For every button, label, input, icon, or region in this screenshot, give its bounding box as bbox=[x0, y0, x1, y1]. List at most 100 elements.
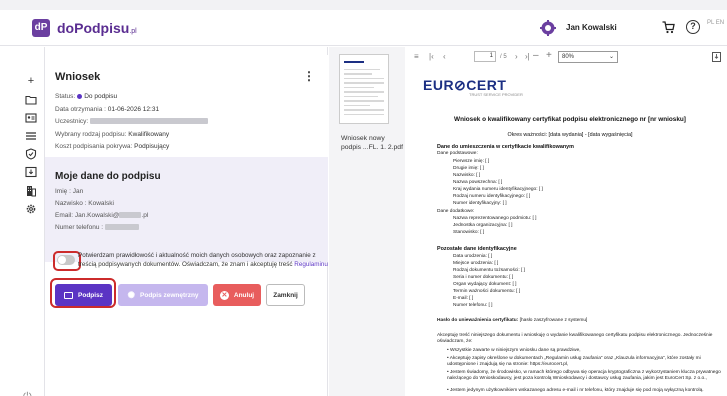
chevron-down-icon: ⌄ bbox=[608, 54, 614, 60]
extra-field: Stanowisko: [ ] bbox=[453, 230, 485, 235]
close-button-label: Zamknij bbox=[273, 291, 298, 299]
id-card-icon[interactable] bbox=[25, 112, 37, 124]
extra-data-label: Dane dodatkowe: bbox=[437, 209, 475, 214]
gear-icon: ✺ bbox=[127, 289, 136, 300]
status-value: Do podpisu bbox=[84, 93, 118, 100]
other-field: Seria i numer dokumentu: [ ] bbox=[453, 275, 514, 280]
basic-field: Nazwisko: [ ] bbox=[453, 173, 481, 178]
language-switch[interactable]: PL EN bbox=[707, 20, 724, 27]
other-field: Numer telefonu: [ ] bbox=[453, 303, 493, 308]
basic-field: Rodzaj numeru identyfikacyjnego: [ ] bbox=[453, 194, 531, 199]
document-viewer: ≡ |‹ ‹ 1 / 5 › ›| – + 80% ⌄ EUR⊘CERT TRUST… bbox=[405, 47, 727, 396]
next-page-icon[interactable]: › bbox=[515, 52, 518, 61]
zoom-select[interactable]: 80% ⌄ bbox=[558, 51, 618, 63]
download-icon[interactable] bbox=[712, 52, 721, 62]
list-icon[interactable] bbox=[25, 130, 37, 142]
logo-name[interactable]: doPodpisu.pl bbox=[57, 20, 137, 36]
consent-text: Potwierdzam prawidłowość i aktualność mo… bbox=[78, 251, 330, 269]
power-icon[interactable]: ⏻ bbox=[23, 391, 32, 396]
my-data-card: Moje dane do podpisu Imię : Jan Nazwisko… bbox=[45, 157, 328, 262]
document-title: Wniosek o kwalifikowany certyfikat podpi… bbox=[454, 116, 686, 123]
revocation-password-label: Hasło do unieważnienia certyfikatu: bbox=[437, 318, 519, 323]
redacted-participants bbox=[90, 118, 209, 125]
sidebar-toggle-icon[interactable]: ≡ bbox=[414, 52, 419, 61]
signature-type-row: Wybrany rodzaj podpisu: Kwalifikowany bbox=[55, 129, 328, 142]
status-row: Status: Do podpisu bbox=[55, 91, 328, 104]
plus-icon[interactable]: + bbox=[25, 75, 37, 87]
prev-page-icon[interactable]: ‹ bbox=[443, 52, 446, 61]
consent-toggle[interactable] bbox=[57, 255, 75, 265]
email-value-start: Jan.Kowalski@ bbox=[74, 212, 120, 219]
page-number-input[interactable]: 1 bbox=[474, 51, 496, 62]
first-name-value: Jan bbox=[72, 188, 84, 195]
signature-type-label: Wybrany rodzaj podpisu: bbox=[55, 130, 127, 138]
shield-icon[interactable] bbox=[25, 148, 37, 160]
user-name[interactable]: Jan Kowalski bbox=[566, 23, 617, 32]
document-thumbnail[interactable] bbox=[339, 54, 389, 124]
external-signature-label: Podpis zewnętrzny bbox=[140, 291, 199, 299]
eurocert-logo: EUR⊘CERT TRUST SERVICE PROVIDER bbox=[423, 77, 523, 97]
cancel-button[interactable]: ✕ Anuluj bbox=[213, 284, 261, 306]
acceptance-bullet: • Jestem świadomy, że środowisko, w rama… bbox=[447, 370, 721, 382]
status-dot-icon bbox=[77, 93, 83, 99]
email-row: Email: Jan.Kowalski@ .pl bbox=[55, 210, 328, 222]
first-name-label: Imię : bbox=[55, 188, 71, 195]
first-page-icon[interactable]: |‹ bbox=[429, 52, 434, 61]
sign-button-label: Podpisz bbox=[78, 291, 103, 299]
document-thumbnail-label[interactable]: Wniosek nowy podpis ...FL. 1. 2.pdf bbox=[341, 134, 403, 152]
cost-label: Koszt podpisania pokrywa: bbox=[55, 143, 133, 150]
folder-icon[interactable] bbox=[25, 94, 37, 106]
basic-field: Kraj wydania numeru identyfikacyjnego: [… bbox=[453, 187, 543, 192]
phone-label: Numer telefonu : bbox=[55, 224, 104, 231]
request-title: Wniosek bbox=[55, 71, 101, 83]
more-options-icon[interactable]: ⋮ bbox=[303, 69, 315, 83]
inbox-icon[interactable] bbox=[25, 166, 37, 178]
first-name-row: Imię : Jan bbox=[55, 186, 328, 198]
external-signature-button[interactable]: ✺ Podpis zewnętrzny bbox=[118, 284, 208, 306]
zoom-in-icon[interactable]: + bbox=[546, 50, 552, 61]
bullet-text: Jestem świadomy, że środowisko, w ramach… bbox=[447, 370, 721, 382]
redacted-email bbox=[119, 212, 142, 219]
section-certificate-data: Dane do umieszczenia w certyfikacie kwal… bbox=[437, 144, 574, 150]
received-row: Data otrzymania : 01-06-2026 12:31 bbox=[55, 104, 328, 117]
status-label: Status: bbox=[55, 93, 76, 100]
close-circle-icon: ✕ bbox=[219, 290, 229, 300]
extra-field: Jednostka organizacyjna: [ ] bbox=[453, 223, 513, 228]
other-field: E-mail: [ ] bbox=[453, 296, 474, 301]
close-button[interactable]: Zamknij bbox=[266, 284, 305, 306]
page-total: / 5 bbox=[500, 54, 507, 60]
last-name-row: Nazwisko : Kowalski bbox=[55, 198, 328, 210]
gear-icon[interactable] bbox=[25, 203, 37, 215]
building-icon[interactable] bbox=[25, 185, 37, 197]
redacted-phone bbox=[104, 224, 139, 231]
logo-suffix: .pl bbox=[129, 28, 137, 35]
document-page: EUR⊘CERT TRUST SERVICE PROVIDER Wniosek o… bbox=[413, 71, 727, 396]
user-gear-icon[interactable] bbox=[540, 20, 556, 36]
logo-mark[interactable]: dP bbox=[32, 19, 50, 37]
basic-field: Pierwsze imię: [ ] bbox=[453, 159, 490, 164]
sidebar: + bbox=[0, 47, 45, 396]
zoom-out-icon[interactable]: – bbox=[533, 50, 539, 61]
bullet-text: Wszystkie zawarte w niniejszym wniosku d… bbox=[450, 348, 581, 353]
basic-field: Nazwa powszechna: [ ] bbox=[453, 180, 503, 185]
last-page-icon[interactable]: ›| bbox=[525, 52, 530, 61]
acceptance-bullet: • Jestem jedynym użytkownikiem wskazaneg… bbox=[447, 388, 704, 393]
app-window: dP doPodpisu.pl Jan Kowalski ? PL EN + ⏻ bbox=[0, 10, 727, 396]
last-name-label: Nazwisko : bbox=[55, 200, 87, 207]
acceptance-bullet: • Akceptuję zapisy określone w dokumenta… bbox=[447, 356, 701, 368]
other-field: Miejsce urodzenia: [ ] bbox=[453, 261, 499, 266]
top-bar: dP doPodpisu.pl Jan Kowalski ? PL EN bbox=[0, 10, 727, 46]
sign-button[interactable]: Podpisz bbox=[55, 284, 112, 306]
zoom-value: 80% bbox=[562, 54, 575, 60]
regulations-link[interactable]: Regulaminu bbox=[294, 261, 328, 268]
cost-row: Koszt podpisania pokrywa: Podpisujący bbox=[55, 141, 328, 154]
document-validity: Okres ważności: [data wydania] - [data w… bbox=[507, 132, 633, 138]
email-label: Email: bbox=[55, 212, 74, 219]
eurocert-logo-tag: TRUST SERVICE PROVIDER bbox=[469, 92, 523, 97]
help-icon[interactable]: ? bbox=[686, 20, 700, 34]
revocation-password-value: [hasło zaszyfrowane z systemu] bbox=[519, 318, 588, 323]
extra-field: Nazwa reprezentowanego podmiotu: [ ] bbox=[453, 216, 537, 221]
acceptance-bullet: • Wszystkie zawarte w niniejszym wniosku… bbox=[447, 348, 581, 353]
cart-icon[interactable] bbox=[662, 21, 675, 34]
other-field: Termin ważności dokumentu: [ ] bbox=[453, 289, 521, 294]
